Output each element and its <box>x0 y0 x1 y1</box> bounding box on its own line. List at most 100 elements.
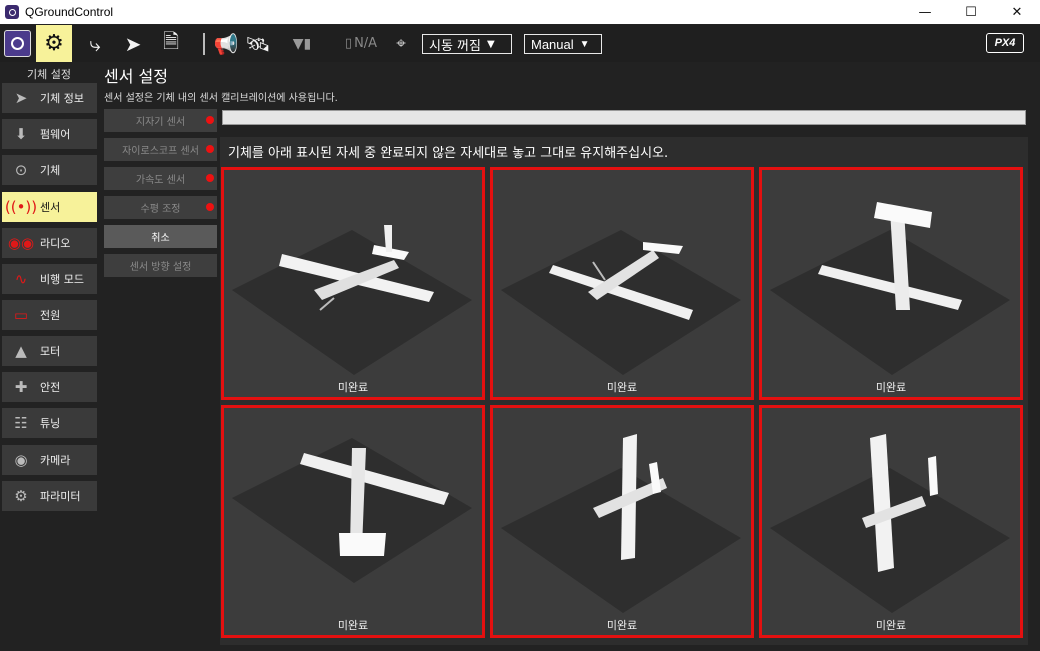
orientation-cell-nose-down: 미완료 <box>759 167 1023 400</box>
orientation-status: 미완료 <box>875 381 907 394</box>
minimize-button[interactable]: — <box>902 0 948 24</box>
satellite-off-icon: 🛰 <box>245 31 271 56</box>
compass-calibrate-button[interactable]: 지자기 센서 <box>104 109 217 132</box>
crosshair-icon: ⌖ <box>396 33 406 54</box>
cancel-button[interactable]: 취소 <box>104 225 217 248</box>
calibration-required-dot <box>206 145 214 153</box>
sidebar-item-firmware[interactable]: ⬇ 펌웨어 <box>2 119 97 149</box>
sidebar-item-tuning[interactable]: ☷ 튜닝 <box>2 408 97 438</box>
sidebar-item-label: 파라미터 <box>40 490 81 503</box>
page-description: 센서 설정은 기체 내의 센서 캘리브레이션에 사용됩니다. <box>104 93 338 104</box>
gps-indicator[interactable]: 🛰 <box>244 25 272 62</box>
calibration-progress-bar <box>222 110 1026 125</box>
sidebar-item-label: 전원 <box>40 309 61 322</box>
px4-logo: PX4 <box>986 33 1024 53</box>
sidebar-item-sensors[interactable]: ((•)) 센서 <box>2 192 97 222</box>
sidebar-item-camera[interactable]: ◉ 카메라 <box>2 445 97 475</box>
sidebar-item-safety[interactable]: ✚ 안전 <box>2 372 97 402</box>
megaphone-icon: 📢 <box>213 31 239 56</box>
button-label: 수평 조정 <box>140 204 181 215</box>
sidebar-item-radio[interactable]: ◉◉ 라디오 <box>2 228 97 258</box>
airplane-nose-down-illustration <box>770 202 1010 375</box>
orientation-cell-right-side: 미완료 <box>759 405 1023 638</box>
sidebar-item-label: 기체 정보 <box>40 92 84 105</box>
radio-waves-icon: ((•)) <box>4 198 38 216</box>
accelerometer-calibrate-button[interactable]: 가속도 센서 <box>104 167 217 190</box>
window-controls: — ☐ ✕ <box>902 0 1040 24</box>
gyroscope-calibrate-button[interactable]: 자이로스코프 센서 <box>104 138 217 161</box>
waveform-icon: ∿ <box>14 270 28 288</box>
download-icon: ⬇ <box>14 125 28 143</box>
app-icon <box>5 5 19 19</box>
gears-icon: ⚙ <box>44 31 64 56</box>
sidebar-item-power[interactable]: ▭ 전원 <box>2 300 97 330</box>
maximize-button[interactable]: ☐ <box>948 0 994 24</box>
gps-rtk-indicator[interactable]: ⌖ <box>390 25 412 62</box>
battery-indicator[interactable]: ▯ N/A <box>338 25 382 62</box>
sidebar-item-summary[interactable]: ➤ 기체 정보 <box>2 83 97 113</box>
sidebar-item-label: 기체 <box>40 164 61 177</box>
button-label: 가속도 센서 <box>135 175 186 186</box>
orientation-cell-level: 미완료 <box>221 167 485 400</box>
sidebar-item-airframe[interactable]: ⊙ 기체 <box>2 155 97 185</box>
orientation-status: 미완료 <box>606 381 638 394</box>
arm-status-dropdown[interactable]: 시동 꺼짐 ▼ <box>422 34 512 54</box>
sidebar-item-label: 안전 <box>40 381 61 394</box>
calibration-required-dot <box>206 203 214 211</box>
button-label: 지자기 센서 <box>135 117 186 128</box>
battery-value: N/A <box>354 36 378 51</box>
button-label: 자이로스코프 센서 <box>122 146 199 157</box>
sidebar-item-label: 카메라 <box>40 454 71 467</box>
vehicle-setup-button[interactable]: ⚙ <box>36 25 72 62</box>
battery-icon: ▭ <box>13 306 29 324</box>
airplane-upside-down-illustration <box>232 438 472 583</box>
page-title: 센서 설정 <box>104 67 168 86</box>
calibration-required-dot <box>206 116 214 124</box>
window-titlebar: QGroundControl — ☐ ✕ <box>0 0 1040 24</box>
level-horizon-button[interactable]: 수평 조정 <box>104 196 217 219</box>
sidebar-item-label: 센서 <box>40 201 61 214</box>
chevron-down-icon: ▼ <box>579 38 590 50</box>
airplane-level-illustration <box>232 225 472 375</box>
flight-mode-dropdown[interactable]: Manual ▼ <box>524 34 602 54</box>
rc-rssi-indicator[interactable]: ▼▮ <box>284 25 320 62</box>
sidebar-title: 기체 설정 <box>27 68 71 81</box>
messages-indicator[interactable]: 📢 <box>212 25 240 62</box>
toolbar-divider <box>203 33 205 55</box>
paper-plane-icon: ➤ <box>14 89 28 107</box>
orientation-cell-upside-down: 미완료 <box>221 405 485 638</box>
sensor-orientations-button[interactable]: 센서 방향 설정 <box>104 254 217 277</box>
sidebar-item-label: 라디오 <box>40 237 71 250</box>
close-button[interactable]: ✕ <box>994 0 1040 24</box>
sidebar-item-flight-modes[interactable]: ∿ 비행 모드 <box>2 264 97 294</box>
document-search-icon: 🗎 <box>162 28 180 53</box>
main-toolbar: ⚙ ⤷ ➤ 🗎 📢 🛰 ▼▮ ▯ N/A ⌖ 시동 꺼짐 ▼ Manual ▼ <box>0 25 1040 62</box>
airplane-nose-up-illustration <box>501 434 741 613</box>
calibration-instruction: 기체를 아래 표시된 자세 중 완료되지 않은 자세대로 놓고 그대로 유지해주… <box>228 146 669 161</box>
sidebar-item-label: 튜닝 <box>40 417 61 430</box>
analyze-view-button[interactable]: 🗎 <box>156 25 186 62</box>
qgc-home-button[interactable] <box>4 30 31 57</box>
first-aid-kit-icon: ✚ <box>14 378 28 396</box>
calibration-required-dot <box>206 174 214 182</box>
dots-circle-icon: ⊙ <box>14 161 28 179</box>
gears-icon: ⚙ <box>14 487 28 505</box>
sidebar-item-motors[interactable]: ▲ 모터 <box>2 336 97 366</box>
sidebar-item-label: 펌웨어 <box>40 128 71 141</box>
window-title: QGroundControl <box>25 5 114 19</box>
plan-view-button[interactable]: ⤷ <box>80 25 110 62</box>
camera-icon: ◉ <box>14 451 28 469</box>
orientation-status: 미완료 <box>606 619 638 632</box>
button-label: 센서 방향 설정 <box>129 262 192 273</box>
battery-icon: ▯ <box>344 36 353 51</box>
orientation-cell-nose-up: 미완료 <box>490 405 754 638</box>
sliders-icon: ☷ <box>14 414 28 432</box>
qgc-logo-icon <box>11 37 24 50</box>
orientation-status: 미완료 <box>337 619 369 632</box>
airplane-left-illustration <box>501 230 741 375</box>
arm-status-label: 시동 꺼짐 <box>429 38 481 54</box>
paper-plane-icon: ➤ <box>124 31 142 56</box>
orientation-status: 미완료 <box>337 381 369 394</box>
fly-view-button[interactable]: ➤ <box>118 25 148 62</box>
sidebar-item-parameters[interactable]: ⚙ 파라미터 <box>2 481 97 511</box>
